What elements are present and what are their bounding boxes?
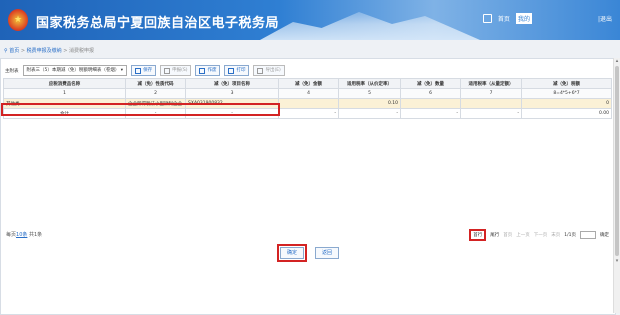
total-cell: - bbox=[400, 108, 461, 119]
col-number: 2 bbox=[125, 88, 186, 99]
pager-summary: 每页10条 共1条 bbox=[6, 232, 43, 238]
page-input[interactable] bbox=[580, 231, 596, 239]
nav-logout[interactable]: |退出 bbox=[598, 14, 612, 23]
rate-cell: 0.10 bbox=[338, 98, 401, 109]
vertical-scrollbar[interactable]: ▴ ▾ bbox=[613, 58, 620, 313]
trash-icon bbox=[199, 67, 206, 74]
breadcrumb-home[interactable]: 首页 bbox=[9, 48, 19, 54]
page-indicator: 1/1页 bbox=[564, 233, 576, 238]
confirm-highlight-box: 确定 bbox=[277, 244, 307, 262]
first-row-button[interactable]: 首行 bbox=[469, 229, 487, 241]
total-cell: - bbox=[460, 108, 522, 119]
table-select[interactable]: 附表三（5）本期减（免）税额明细表（卷烟） ▾ bbox=[22, 65, 128, 76]
declare-icon bbox=[164, 67, 171, 74]
col-header: 减（免）项目名称 bbox=[185, 78, 279, 89]
pager: 首行 尾行 首页 上一页 下一页 末页 1/1页 确定 bbox=[469, 229, 609, 241]
back-button[interactable]: 返回 bbox=[315, 247, 339, 259]
print-button[interactable]: 打印 bbox=[224, 65, 250, 76]
go-page-button[interactable]: 确定 bbox=[600, 232, 609, 238]
location-pin-icon: ⚲ bbox=[4, 48, 8, 54]
col-header: 适用税率（从价定率） bbox=[338, 78, 401, 89]
unit-rate-cell bbox=[460, 98, 522, 109]
col-number: 7 bbox=[460, 88, 522, 99]
export-icon bbox=[257, 67, 264, 74]
total-tax-cell: 0.00 bbox=[521, 108, 612, 119]
column-number-row: 1 2 3 4 5 6 7 8=4*5+6*7 bbox=[3, 88, 612, 99]
breadcrumb-mid[interactable]: 税费申报及缴纳 bbox=[27, 48, 62, 54]
col-header: 减（免）性质代码 bbox=[125, 78, 186, 89]
per-page-link[interactable]: 10条 bbox=[16, 232, 27, 238]
last-row-button[interactable]: 尾行 bbox=[490, 232, 499, 238]
col-header: 减（免）数量 bbox=[400, 78, 461, 89]
row-highlight-box bbox=[1, 103, 280, 116]
save-icon bbox=[135, 67, 142, 74]
print-icon bbox=[228, 67, 235, 74]
relief-qty-cell[interactable] bbox=[400, 98, 461, 109]
breadcrumb-current: 消费税申报 bbox=[69, 48, 95, 54]
relief-tax-cell: 0 bbox=[521, 98, 612, 109]
total-cell: - bbox=[338, 108, 401, 119]
home-icon[interactable] bbox=[482, 14, 492, 23]
table-select-label: 主附表 bbox=[5, 68, 19, 74]
export-button[interactable]: 导出(E) bbox=[253, 65, 285, 76]
table-header-row: 应税消费品名称 减（免）性质代码 减（免）项目名称 减（免）金额 适用税率（从价… bbox=[3, 78, 612, 89]
breadcrumb: ⚲ 首页 > 税费申报及缴纳 > 消费税申报 bbox=[4, 48, 95, 54]
nav-active[interactable]: 我的 bbox=[515, 13, 532, 24]
tax-emblem-icon: ★ bbox=[8, 9, 28, 31]
total-cell: - bbox=[278, 108, 339, 119]
col-number: 5 bbox=[338, 88, 401, 99]
declare-button[interactable]: 申报(S) bbox=[160, 65, 192, 76]
scroll-up-icon[interactable]: ▴ bbox=[614, 58, 620, 64]
top-nav: 首页 我的 |退出 bbox=[482, 13, 612, 24]
save-button[interactable]: 保存 bbox=[131, 65, 157, 76]
void-button[interactable]: 作废 bbox=[195, 65, 221, 76]
col-number: 6 bbox=[400, 88, 461, 99]
col-header: 应税消费品名称 bbox=[3, 78, 126, 89]
col-header: 减（免）金额 bbox=[278, 78, 339, 89]
col-number: 4 bbox=[278, 88, 339, 99]
confirm-button[interactable]: 确定 bbox=[280, 247, 304, 259]
col-header: 减（免）税额 bbox=[521, 78, 612, 89]
next-page-button[interactable]: 下一页 bbox=[534, 232, 548, 238]
banner-decoration bbox=[260, 12, 480, 40]
col-number: 1 bbox=[3, 88, 126, 99]
content-panel: 主附表 附表三（5）本期减（免）税额明细表（卷烟） ▾ 保存 申报(S) 作废 … bbox=[0, 58, 616, 315]
site-title: 国家税务总局宁夏回族自治区电子税务局 bbox=[36, 16, 280, 31]
last-page-button[interactable]: 末页 bbox=[551, 232, 560, 238]
footer-buttons: 确定 返回 bbox=[277, 244, 339, 262]
col-header: 适用税率（从量定额） bbox=[460, 78, 522, 89]
relief-amount-cell[interactable] bbox=[278, 98, 339, 109]
col-number: 3 bbox=[185, 88, 279, 99]
toolbar: 主附表 附表三（5）本期减（免）税额明细表（卷烟） ▾ 保存 申报(S) 作废 … bbox=[5, 65, 285, 76]
scroll-down-icon[interactable]: ▾ bbox=[614, 258, 620, 264]
nav-home[interactable]: 首页 bbox=[498, 14, 510, 23]
scrollbar-thumb[interactable] bbox=[615, 66, 619, 256]
prev-page-button[interactable]: 上一页 bbox=[516, 232, 530, 238]
header-banner: ★ 国家税务总局宁夏回族自治区电子税务局 首页 我的 |退出 bbox=[0, 0, 620, 40]
first-page-button[interactable]: 首页 bbox=[503, 232, 512, 238]
col-number: 8=4*5+6*7 bbox=[521, 88, 612, 99]
